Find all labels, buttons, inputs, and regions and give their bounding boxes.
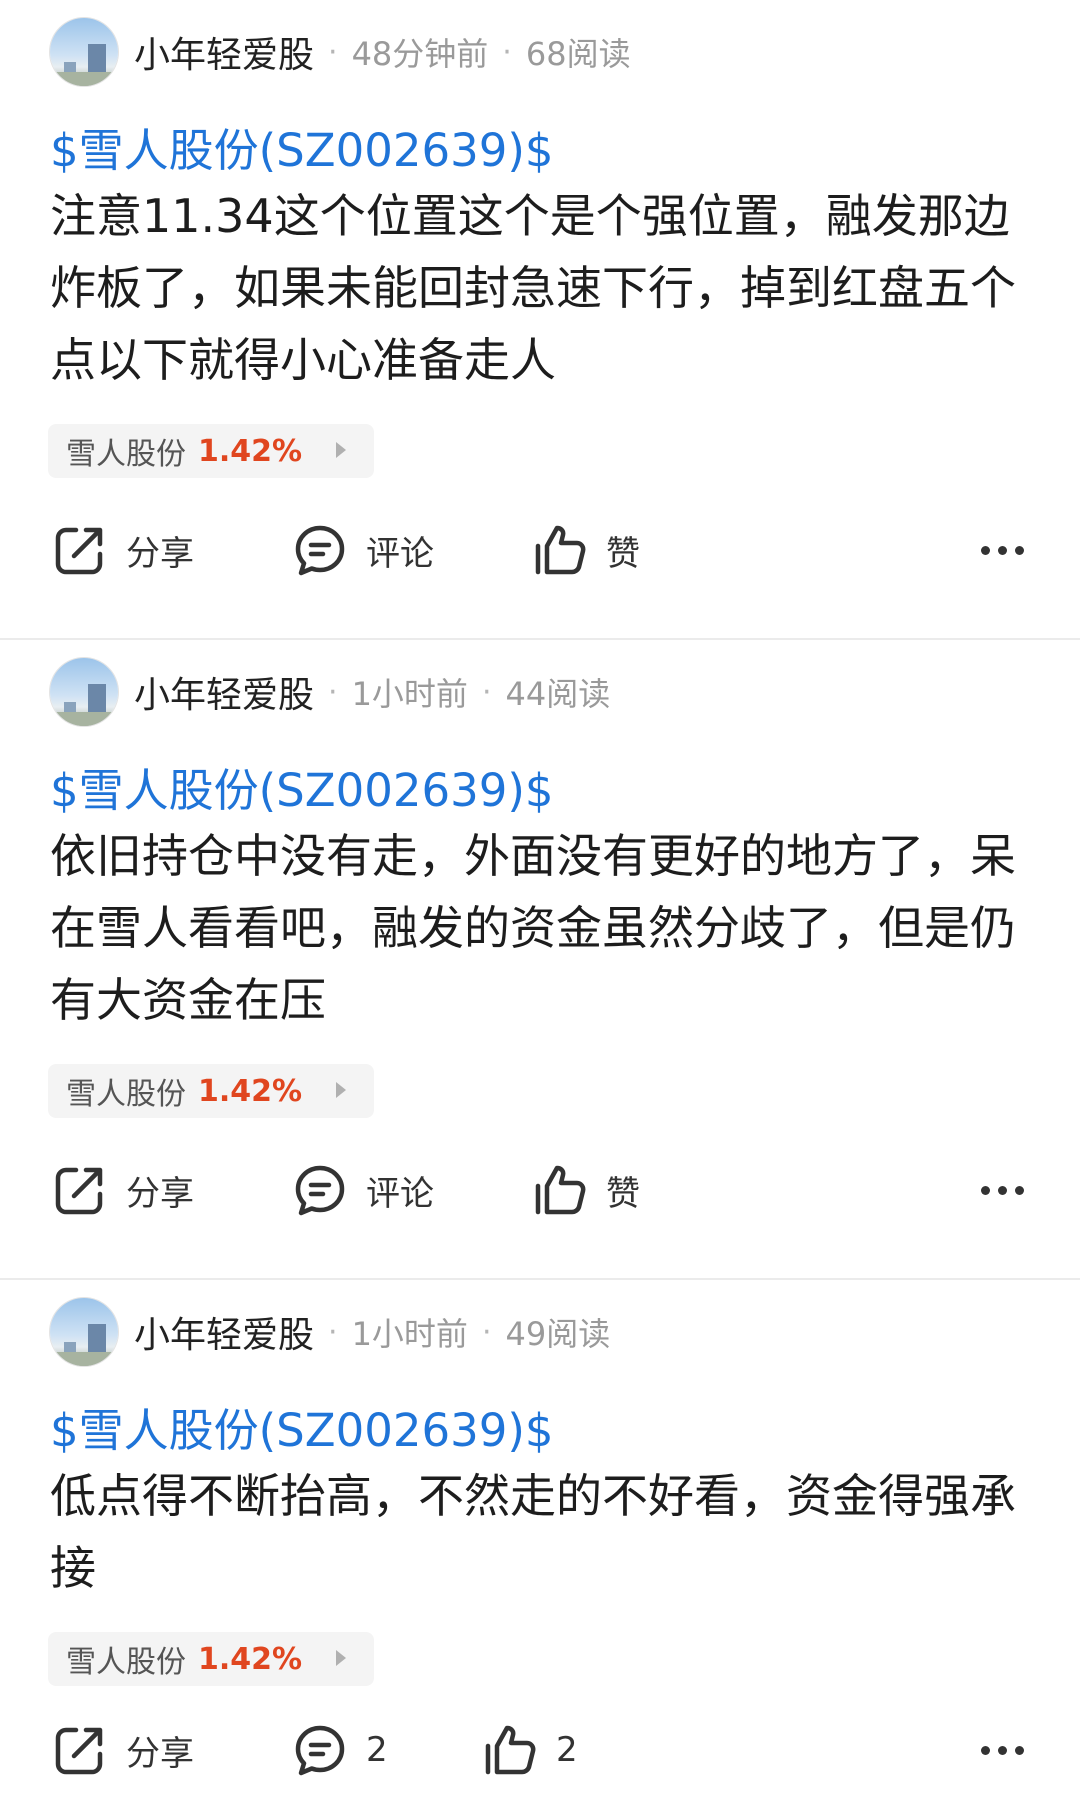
like-label: 赞 xyxy=(606,533,640,574)
share-label: 分享 xyxy=(126,1173,194,1214)
more-icon[interactable] xyxy=(981,520,1024,580)
comment-label: 评论 xyxy=(366,533,434,574)
thumbs-up-icon xyxy=(532,522,588,578)
like-button[interactable]: 赞 xyxy=(532,1160,640,1220)
stock-link[interactable]: $雪人股份(SZ002639)$ xyxy=(50,114,554,179)
share-icon xyxy=(52,1162,108,1218)
stock-tag[interactable]: 雪人股份 1.42% xyxy=(48,424,374,478)
stock-tag[interactable]: 雪人股份 1.42% xyxy=(48,1064,374,1118)
stock-link[interactable]: $雪人股份(SZ002639)$ xyxy=(50,754,554,819)
post-card[interactable]: 小年轻爱股 · 1小时前 · 49阅读 $雪人股份(SZ002639)$ 低点得… xyxy=(0,1280,1080,1794)
triangle-right-icon xyxy=(336,442,346,458)
post-content[interactable]: 低点得不断抬高，不然走的不好看，资金得强承接 xyxy=(50,1460,1030,1604)
like-count: 2 xyxy=(556,1730,578,1770)
action-bar: 分享 评论 赞 xyxy=(0,1160,1080,1220)
username[interactable]: 小年轻爱股 xyxy=(134,1306,314,1358)
stock-tag-name: 雪人股份 xyxy=(66,437,186,472)
post-header: 小年轻爱股 · 1小时前 · 49阅读 xyxy=(134,1306,611,1358)
more-icon[interactable] xyxy=(981,1720,1024,1780)
avatar[interactable] xyxy=(50,658,118,726)
stock-tag-change: 1.42% xyxy=(198,433,303,469)
share-button[interactable]: 分享 xyxy=(52,520,194,580)
post-time: 48分钟前 xyxy=(351,35,489,73)
action-bar: 分享 2 2 xyxy=(0,1720,1080,1780)
post-card[interactable]: 小年轻爱股 · 1小时前 · 44阅读 $雪人股份(SZ002639)$ 依旧持… xyxy=(0,640,1080,1278)
like-button[interactable]: 2 xyxy=(482,1720,578,1780)
stock-link[interactable]: $雪人股份(SZ002639)$ xyxy=(50,1394,554,1459)
like-button[interactable]: 赞 xyxy=(532,520,640,580)
comment-icon xyxy=(292,1162,348,1218)
comment-label: 评论 xyxy=(366,1173,434,1214)
stock-tag-name: 雪人股份 xyxy=(66,1077,186,1112)
post-header: 小年轻爱股 · 1小时前 · 44阅读 xyxy=(134,666,611,718)
read-count: 68阅读 xyxy=(525,35,631,73)
thumbs-up-icon xyxy=(532,1162,588,1218)
post-time: 1小时前 xyxy=(351,675,468,713)
share-label: 分享 xyxy=(126,533,194,574)
avatar[interactable] xyxy=(50,1298,118,1366)
separator-dot: · xyxy=(328,1314,338,1350)
read-count: 49阅读 xyxy=(505,1315,611,1353)
post-time: 1小时前 xyxy=(351,1315,468,1353)
comment-button[interactable]: 2 xyxy=(292,1720,388,1780)
comment-count: 2 xyxy=(366,1730,388,1770)
comment-icon xyxy=(292,1722,348,1778)
separator-dot: · xyxy=(328,34,338,70)
separator-dot: · xyxy=(328,674,338,710)
post-feed: 小年轻爱股 · 48分钟前 · 68阅读 $雪人股份(SZ002639)$ 注意… xyxy=(0,0,1080,1794)
share-icon xyxy=(52,1722,108,1778)
triangle-right-icon xyxy=(336,1082,346,1098)
share-icon xyxy=(52,522,108,578)
thumbs-up-icon xyxy=(482,1722,538,1778)
separator-dot: · xyxy=(502,34,512,70)
stock-tag[interactable]: 雪人股份 1.42% xyxy=(48,1632,374,1686)
username[interactable]: 小年轻爱股 xyxy=(134,666,314,718)
share-label: 分享 xyxy=(126,1733,194,1774)
action-bar: 分享 评论 赞 xyxy=(0,520,1080,580)
avatar[interactable] xyxy=(50,18,118,86)
separator-dot: · xyxy=(481,674,492,710)
more-icon[interactable] xyxy=(981,1160,1024,1220)
separator-dot: · xyxy=(481,1314,492,1350)
comment-button[interactable]: 评论 xyxy=(292,1160,434,1220)
username[interactable]: 小年轻爱股 xyxy=(134,26,314,78)
triangle-right-icon xyxy=(336,1650,346,1666)
stock-tag-name: 雪人股份 xyxy=(66,1645,186,1680)
post-card[interactable]: 小年轻爱股 · 48分钟前 · 68阅读 $雪人股份(SZ002639)$ 注意… xyxy=(0,0,1080,638)
share-button[interactable]: 分享 xyxy=(52,1720,194,1780)
stock-tag-change: 1.42% xyxy=(198,1641,303,1677)
read-count: 44阅读 xyxy=(505,675,611,713)
like-label: 赞 xyxy=(606,1173,640,1214)
post-content[interactable]: 注意11.34这个位置这个是个强位置，融发那边炸板了，如果未能回封急速下行，掉到… xyxy=(50,180,1030,396)
post-header: 小年轻爱股 · 48分钟前 · 68阅读 xyxy=(134,26,631,78)
stock-tag-change: 1.42% xyxy=(198,1073,303,1109)
share-button[interactable]: 分享 xyxy=(52,1160,194,1220)
comment-button[interactable]: 评论 xyxy=(292,520,434,580)
comment-icon xyxy=(292,522,348,578)
post-content[interactable]: 依旧持仓中没有走，外面没有更好的地方了，呆在雪人看看吧，融发的资金虽然分歧了，但… xyxy=(50,820,1030,1036)
